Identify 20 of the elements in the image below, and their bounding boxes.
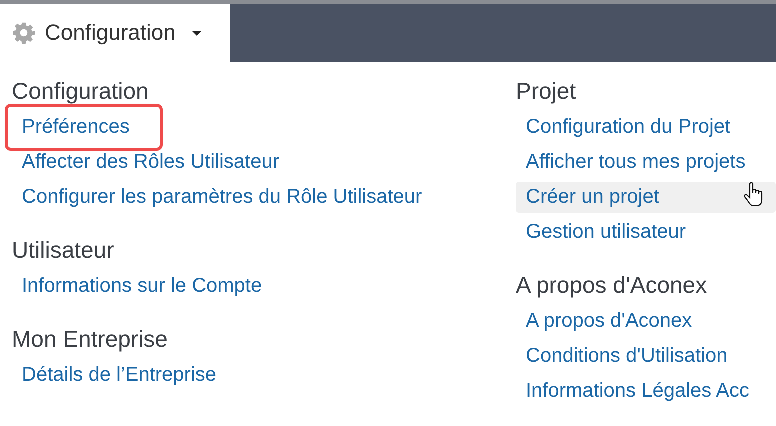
menu-link[interactable]: Préférences <box>8 107 160 148</box>
menu-link[interactable]: Configuration du Projet <box>516 112 741 143</box>
menu-link[interactable]: Conditions d'Utilisation <box>516 341 738 372</box>
menu-link[interactable]: Détails de l’Entreprise <box>12 360 227 391</box>
menu-link[interactable]: Afficher tous mes projets <box>516 147 756 178</box>
menu-link[interactable]: Informations Légales Acc <box>516 376 760 407</box>
menu-link[interactable]: Créer un projet <box>516 182 776 213</box>
gear-icon <box>13 22 35 44</box>
section-heading: Mon Entreprise <box>12 325 169 354</box>
section-heading: Projet <box>516 77 578 106</box>
section-heading: Configuration <box>12 77 150 106</box>
menu-link[interactable]: Informations sur le Compte <box>12 271 272 302</box>
section-heading: A propos d'Aconex <box>516 271 708 300</box>
caret-icon <box>192 30 202 36</box>
section-heading: Utilisateur <box>12 236 116 265</box>
menu-link[interactable]: A propos d'Aconex <box>516 306 702 337</box>
hand-cursor-icon <box>744 182 764 208</box>
menu-link[interactable]: Affecter des Rôles Utilisateur <box>12 147 290 178</box>
menu-link[interactable]: Gestion utilisateur <box>516 217 696 248</box>
menu-link[interactable]: Configurer les paramètres du Rôle Utilisateur <box>12 182 432 213</box>
